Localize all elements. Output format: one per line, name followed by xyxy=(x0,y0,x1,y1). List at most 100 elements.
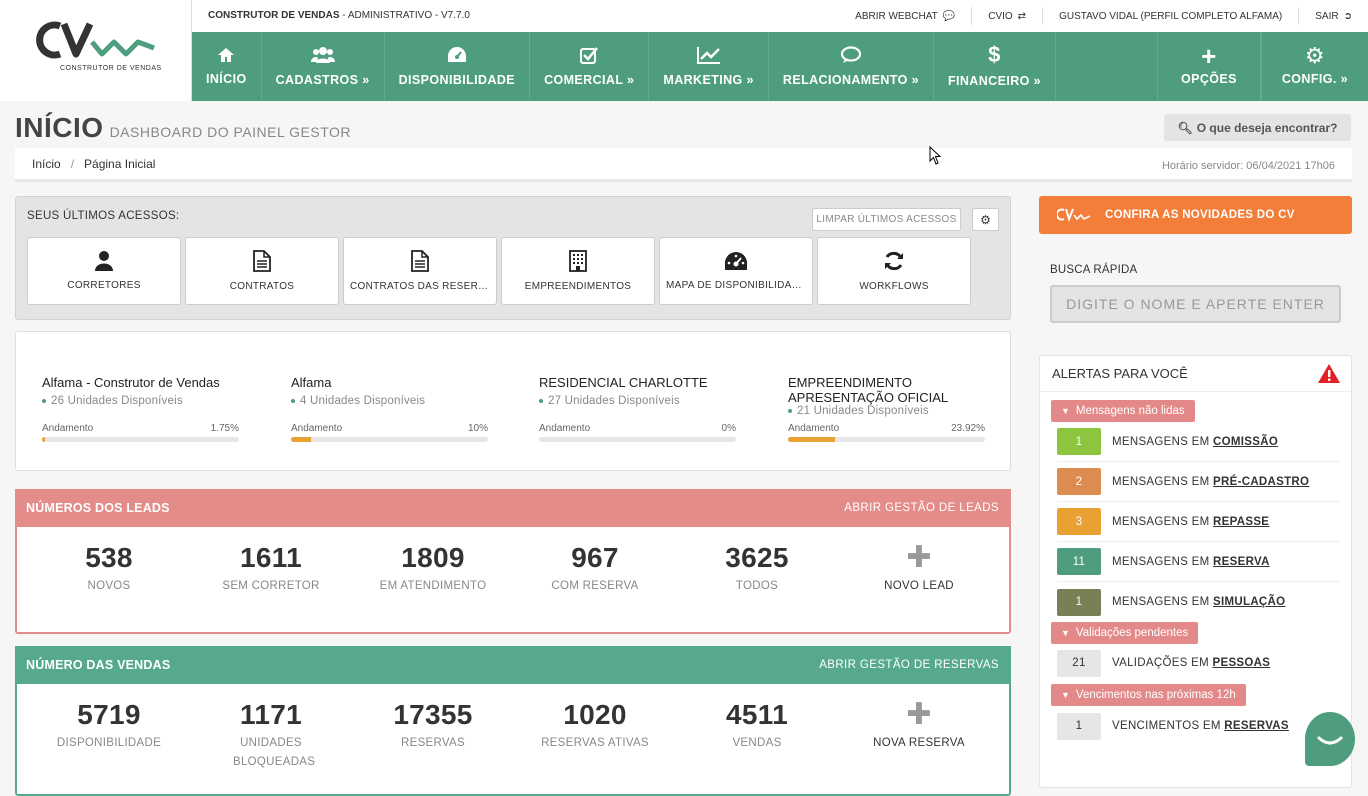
alert-text: MENSAGENS EM xyxy=(1112,555,1210,568)
alert-link[interactable]: COMISSÃO xyxy=(1213,436,1278,448)
alert-group-label: Vencimentos nas próximas 12h xyxy=(1075,689,1236,701)
quick-search-input[interactable]: DIGITE O NOME E APERTE ENTER xyxy=(1050,285,1341,323)
alert-link[interactable]: REPASSE xyxy=(1213,516,1269,528)
alert-row[interactable]: 1 MENSAGENS EM SIMULAÇÃO xyxy=(1057,582,1340,622)
alert-group-vencimentos[interactable]: ▼ Vencimentos nas próximas 12h xyxy=(1051,684,1246,706)
alert-link[interactable]: RESERVA xyxy=(1213,556,1270,568)
alert-text: VENCIMENTOS EM xyxy=(1112,720,1221,732)
open-reservas-link[interactable]: ABRIR GESTÃO DE RESERVAS xyxy=(819,659,999,671)
recent-tile-label: MAPA DE DISPONIBILIDADE xyxy=(666,280,806,291)
empreendimento-card[interactable]: RESIDENCIAL CHARLOTTE 27 Unidades Dispon… xyxy=(539,375,736,442)
lead-stat-novos[interactable]: 538 NOVOS xyxy=(19,542,199,596)
empreendimento-units: 27 Unidades Disponíveis xyxy=(539,395,736,407)
alert-row[interactable]: 21 VALIDAÇÕES EM PESSOAS xyxy=(1057,644,1340,682)
progress-fill xyxy=(291,437,311,442)
recent-tile-label: EMPREENDIMENTOS xyxy=(524,281,632,292)
stat-value: 1809 xyxy=(401,542,465,573)
new-lead-label: NOVO LEAD xyxy=(884,580,954,592)
clear-recent-button[interactable]: LIMPAR ÚLTIMOS ACESSOS xyxy=(812,208,961,231)
nav-marketing[interactable]: MARKETING » xyxy=(649,32,769,100)
sales-stat-reservas[interactable]: 17355 RESERVAS xyxy=(343,699,523,753)
alert-link[interactable]: RESERVAS xyxy=(1224,720,1289,732)
sales-stat-disponibilidade[interactable]: 5719 DISPONIBILIDADE xyxy=(19,699,199,753)
progress-block: Andamento 23.92% xyxy=(788,423,985,442)
stat-label: EM ATENDIMENTO xyxy=(379,580,487,592)
app-brand-name: CONSTRUTOR DE VENDAS xyxy=(208,10,340,21)
nav-relacionamento[interactable]: RELACIONAMENTO » xyxy=(769,32,934,100)
right-column: CONFIRA AS NOVIDADES DO CV BUSCA RÁPIDA … xyxy=(1039,196,1352,323)
stat-value: 1611 xyxy=(240,542,302,573)
logo[interactable]: CONSTRUTOR DE VENDAS xyxy=(0,0,192,101)
cv-logo-icon xyxy=(36,21,155,59)
global-search-button[interactable]: 🔍︎ O que deseja encontrar? xyxy=(1164,114,1351,141)
page-subtitle: DASHBOARD DO PAINEL GESTOR xyxy=(109,124,352,140)
nav-cadastros[interactable]: CADASTROS » xyxy=(262,32,385,100)
new-reserva-button[interactable]: ✚ NOVA RESERVA xyxy=(829,699,1009,753)
plus-icon: ✚ xyxy=(906,541,932,574)
logout-link[interactable]: SAIR ➲ xyxy=(1298,7,1368,25)
alert-row[interactable]: 1 MENSAGENS EM COMISSÃO xyxy=(1057,422,1340,462)
nav-financeiro[interactable]: $ FINANCEIRO » xyxy=(934,32,1056,100)
alert-link[interactable]: PRÉ-CADASTRO xyxy=(1213,476,1309,488)
stat-label: NOVOS xyxy=(87,580,131,592)
refresh-icon xyxy=(885,251,903,271)
lead-stat-todos[interactable]: 3625 TODOS xyxy=(667,542,847,596)
alerts-header: ALERTAS PARA VOCÊ xyxy=(1040,356,1351,392)
empreendimento-card[interactable]: EMPREENDIMENTO APRESENTAÇÃO OFICIAL 21 U… xyxy=(788,375,985,442)
cvio-link[interactable]: CVIO ⇄ xyxy=(971,7,1042,25)
alert-link[interactable]: PESSOAS xyxy=(1213,657,1271,669)
recent-tile-workflows[interactable]: WORKFLOWS xyxy=(817,237,971,305)
alert-row[interactable]: 1 VENCIMENTOS EM RESERVAS xyxy=(1057,706,1340,746)
stat-value: 967 xyxy=(571,542,619,573)
recent-tile-contratos[interactable]: CONTRATOS xyxy=(185,237,339,305)
lead-stat-sem-corretor[interactable]: 1611 SEM CORRETOR xyxy=(181,542,361,596)
breadcrumb-home[interactable]: Início xyxy=(32,157,61,171)
nav-comercial[interactable]: COMERCIAL » xyxy=(530,32,650,100)
alert-text: MENSAGENS EM xyxy=(1112,435,1210,448)
recent-access-label: SEUS ÚLTIMOS ACESSOS: xyxy=(27,210,180,222)
leads-panel: NÚMEROS DOS LEADS ABRIR GESTÃO DE LEADS … xyxy=(15,489,1011,634)
alert-row[interactable]: 2 MENSAGENS EM PRÉ-CADASTRO xyxy=(1057,462,1340,502)
nav-disponibilidade[interactable]: DISPONIBILIDADE xyxy=(385,32,531,100)
recent-tile-contratos-reservas[interactable]: CONTRATOS DAS RESERVAS xyxy=(343,237,497,305)
news-banner-button[interactable]: CONFIRA AS NOVIDADES DO CV xyxy=(1039,196,1352,234)
new-lead-button[interactable]: ✚ NOVO LEAD xyxy=(829,542,1009,596)
chat-widget-button[interactable] xyxy=(1305,712,1355,766)
sales-stat-reservas-ativas[interactable]: 1020 RESERVAS ATIVAS xyxy=(505,699,685,753)
nav-config[interactable]: ⚙ CONFIG. » xyxy=(1260,32,1368,100)
progress-bar xyxy=(42,437,239,442)
nav-relacionamento-label: RELACIONAMENTO » xyxy=(782,72,919,87)
alert-row[interactable]: 3 MENSAGENS EM REPASSE xyxy=(1057,502,1340,542)
leads-title: NÚMEROS DOS LEADS xyxy=(26,501,170,515)
lead-stat-com-reserva[interactable]: 967 COM RESERVA xyxy=(505,542,685,596)
open-webchat-link[interactable]: ABRIR WEBCHAT 💬 xyxy=(839,7,971,25)
sales-stat-vendas[interactable]: 4511 VENDAS xyxy=(667,699,847,753)
recent-settings-button[interactable]: ⚙ xyxy=(972,208,999,231)
alert-group-validacoes[interactable]: ▼ Validações pendentes xyxy=(1051,622,1199,644)
alert-text: MENSAGENS EM xyxy=(1112,596,1210,608)
alert-count-badge: 1 xyxy=(1057,712,1101,740)
nav-opcoes-label: OPÇÕES xyxy=(1180,72,1237,86)
empreendimentos-panel: Alfama - Construtor de Vendas 26 Unidade… xyxy=(15,331,1011,471)
sales-stat-bloqueadas[interactable]: 1171 UNIDADES BLOQUEADAS xyxy=(181,699,361,772)
recent-tile-mapa[interactable]: MAPA DE DISPONIBILIDADE xyxy=(659,237,813,305)
users-icon xyxy=(310,46,335,64)
nav-opcoes[interactable]: + OPÇÕES xyxy=(1156,32,1261,100)
alert-group-mensagens[interactable]: ▼ Mensagens não lidas xyxy=(1051,400,1195,422)
open-leads-link[interactable]: ABRIR GESTÃO DE LEADS xyxy=(844,502,999,514)
alert-link[interactable]: SIMULAÇÃO xyxy=(1213,596,1285,608)
progress-block: Andamento 10% xyxy=(291,423,488,442)
progress-block: Andamento 1.75% xyxy=(42,423,239,442)
alert-row[interactable]: 11 MENSAGENS EM RESERVA xyxy=(1057,542,1340,582)
progress-block: Andamento 0% xyxy=(539,423,736,442)
lead-stat-em-atendimento[interactable]: 1809 EM ATENDIMENTO xyxy=(343,542,523,596)
empreendimento-card[interactable]: Alfama 4 Unidades Disponíveis Andamento 1… xyxy=(291,375,488,442)
recent-tile-empreendimentos[interactable]: EMPREENDIMENTOS xyxy=(501,237,655,305)
empreendimento-card[interactable]: Alfama - Construtor de Vendas 26 Unidade… xyxy=(42,375,239,442)
user-profile-link[interactable]: GUSTAVO VIDAL (PERFIL COMPLETO ALFAMA) xyxy=(1042,7,1298,25)
nav-inicio[interactable]: INÍCIO xyxy=(192,32,262,100)
file-icon xyxy=(253,250,271,272)
recent-tile-corretores[interactable]: CORRETORES xyxy=(27,237,181,305)
nav-comercial-label: COMERCIAL » xyxy=(544,72,635,87)
empreendimento-units: 21 Unidades Disponíveis xyxy=(788,405,985,417)
